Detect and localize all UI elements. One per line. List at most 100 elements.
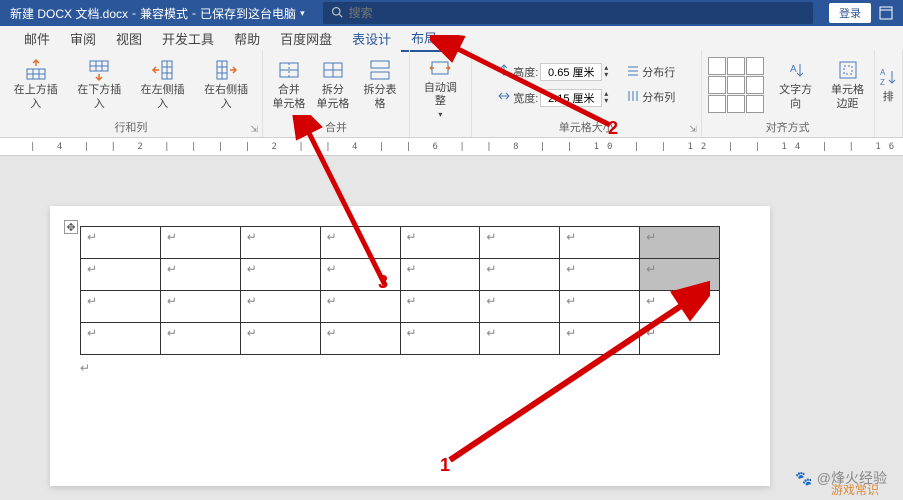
table-cell[interactable]: ↵ [160,259,240,291]
insert-below-button[interactable]: 在下方插入 [69,56,128,112]
table-cell[interactable]: ↵ [320,323,400,355]
table-cell[interactable]: ↵ [400,227,480,259]
tab-mail[interactable]: 邮件 [14,26,60,51]
align-top-right[interactable] [746,57,764,75]
group-rows-cols: 在上方插入 在下方插入 在左侧插入 在右侧插入 行和列⇲ [0,50,263,137]
align-top-center[interactable] [727,57,745,75]
table-row: ↵ ↵ ↵ ↵ ↵ ↵ ↵ ↵ [81,227,720,259]
table-cell[interactable]: ↵ [480,227,560,259]
spinner-icon[interactable]: ▴▾ [604,91,608,104]
table-cell[interactable]: ↵ [640,291,720,323]
table-cell[interactable]: ↵ [640,323,720,355]
width-input[interactable] [540,89,602,107]
table-cell[interactable]: ↵ [560,227,640,259]
split-table-button[interactable]: 拆分表格 [357,56,403,112]
cell-margins-button[interactable]: 单元格 边距 [828,56,868,112]
compat-mode: 兼容模式 [140,5,188,22]
table-cell[interactable]: ↵ [480,291,560,323]
horizontal-ruler[interactable]: | 4 | | 2 | | | | 2 | | 4 | | 6 | | 8 | … [0,138,903,156]
paragraph-mark: ↵ [80,361,90,375]
distribute-rows-button[interactable]: 分布行 [622,63,679,82]
titlebar: 新建 DOCX 文档.docx - 兼容模式 - 已保存到这台电脑 ▾ 登录 [0,0,903,26]
svg-text:Z: Z [880,78,885,87]
table-cell[interactable]: ↵ [160,323,240,355]
autofit-button[interactable]: 自动调整 ▾ [416,54,465,121]
paw-icon: 🐾 [795,470,812,487]
insert-above-button[interactable]: 在上方插入 [6,56,65,112]
table-move-handle[interactable]: ✥ [64,220,78,234]
search-box[interactable] [323,2,813,24]
launcher-icon[interactable]: ⇲ [689,124,697,135]
spinner-icon[interactable]: ▴▾ [604,65,608,78]
chevron-down-icon[interactable]: ▾ [300,8,305,19]
distribute-rows-icon [626,64,640,81]
insert-left-button[interactable]: 在左侧插入 [133,56,192,112]
table-cell[interactable]: ↵ [81,291,161,323]
table-cell[interactable]: ↵ [81,323,161,355]
tab-table-design[interactable]: 表设计 [342,26,401,51]
table-cell[interactable]: ↵ [400,259,480,291]
table-cell[interactable]: ↵ [480,323,560,355]
group-merge: 合并 单元格 拆分 单元格 拆分表格 合并 [263,50,410,137]
sort-button[interactable]: AZ 排 [875,63,903,106]
ribbon-display-icon[interactable] [875,2,897,24]
table-cell[interactable]: ↵ [320,291,400,323]
group-alignment: A 文字方向 单元格 边距 对齐方式 [702,50,875,137]
document-area: ✥ ↵ ↵ ↵ ↵ ↵ ↵ ↵ ↵ ↵ ↵ ↵ ↵ ↵ ↵ ↵ ↵ [0,156,903,500]
align-middle-left[interactable] [708,76,726,94]
table-cell[interactable]: ↵ [560,323,640,355]
merge-cells-button[interactable]: 合并 单元格 [269,56,309,112]
table-row: ↵ ↵ ↵ ↵ ↵ ↵ ↵ ↵ [81,259,720,291]
table-cell[interactable]: ↵ [81,259,161,291]
table-cell[interactable]: ↵ [400,323,480,355]
login-button[interactable]: 登录 [829,3,871,23]
table-cell-selected[interactable]: ↵ [640,227,720,259]
tab-view[interactable]: 视图 [106,26,152,51]
align-bottom-left[interactable] [708,95,726,113]
table-cell[interactable]: ↵ [240,227,320,259]
table-cell[interactable]: ↵ [240,291,320,323]
search-icon [331,6,343,21]
saved-status: 已保存到这台电脑 [200,5,296,22]
align-middle-right[interactable] [746,76,764,94]
table-row: ↵ ↵ ↵ ↵ ↵ ↵ ↵ ↵ [81,291,720,323]
width-icon [497,89,511,106]
search-input[interactable] [349,6,805,20]
height-input[interactable] [540,63,602,81]
distribute-cols-button[interactable]: 分布列 [622,88,679,107]
table-cell[interactable]: ↵ [560,259,640,291]
split-cells-button[interactable]: 拆分 单元格 [313,56,353,112]
table-cell[interactable]: ↵ [400,291,480,323]
tab-review[interactable]: 审阅 [60,26,106,51]
svg-text:A: A [880,68,886,77]
table-cell[interactable]: ↵ [480,259,560,291]
table-cell-selected[interactable]: ↵ [640,259,720,291]
page[interactable]: ✥ ↵ ↵ ↵ ↵ ↵ ↵ ↵ ↵ ↵ ↵ ↵ ↵ ↵ ↵ ↵ ↵ [50,206,770,486]
table-cell[interactable]: ↵ [320,259,400,291]
table-cell[interactable]: ↵ [240,259,320,291]
table-cell[interactable]: ↵ [560,291,640,323]
align-middle-center[interactable] [727,76,745,94]
tab-help[interactable]: 帮助 [224,26,270,51]
alignment-grid [708,57,764,113]
word-table[interactable]: ↵ ↵ ↵ ↵ ↵ ↵ ↵ ↵ ↵ ↵ ↵ ↵ ↵ ↵ ↵ ↵ ↵ ↵ [80,226,720,355]
group-cell-size: 高度: ▴▾ 宽度: ▴▾ 分布行 分布列 [472,50,702,137]
align-top-left[interactable] [708,57,726,75]
table-cell[interactable]: ↵ [320,227,400,259]
doc-name: 新建 DOCX 文档.docx [10,5,128,22]
height-icon [497,63,511,80]
align-bottom-right[interactable] [746,95,764,113]
align-bottom-center[interactable] [727,95,745,113]
tab-baidu[interactable]: 百度网盘 [270,26,342,51]
table-cell[interactable]: ↵ [81,227,161,259]
table-cell[interactable]: ↵ [160,291,240,323]
table-cell[interactable]: ↵ [240,323,320,355]
launcher-icon[interactable]: ⇲ [250,124,258,135]
chevron-down-icon: ▾ [438,110,442,119]
watermark-2: 游戏常识 [831,481,879,498]
insert-right-button[interactable]: 在右侧插入 [196,56,255,112]
tab-developer[interactable]: 开发工具 [152,26,224,51]
table-cell[interactable]: ↵ [160,227,240,259]
tab-layout[interactable]: 布局 [401,25,447,52]
text-direction-button[interactable]: A 文字方向 [774,56,818,112]
